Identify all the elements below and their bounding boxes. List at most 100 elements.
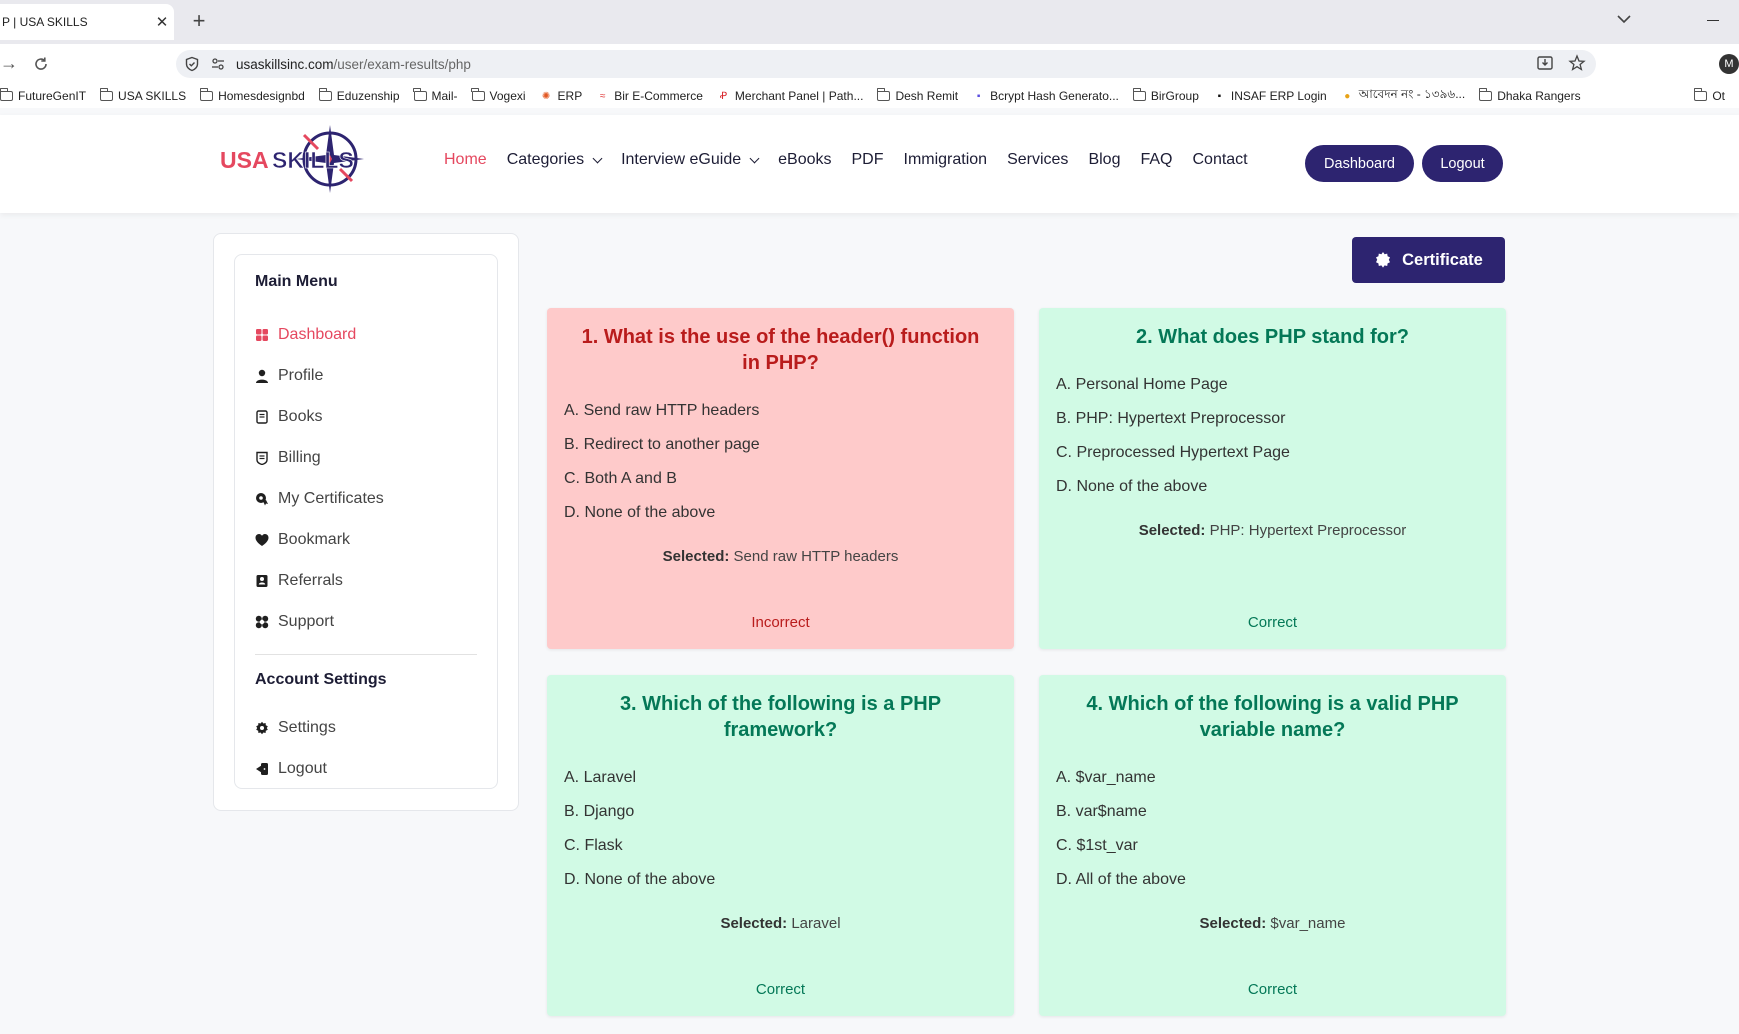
sidebar-item-label: Books [278, 407, 323, 425]
bookmark-item[interactable]: ≈ Bir E-Commerce [596, 89, 703, 103]
nav-interview-eguide[interactable]: Interview eGuide [621, 151, 760, 169]
nav-immigration[interactable]: Immigration [904, 151, 988, 169]
bookmark-item[interactable]: Eduzenship [318, 88, 400, 103]
answer-options: A. Send raw HTTP headers B. Redirect to a… [564, 394, 997, 530]
sidebar-item-books[interactable]: Books [255, 396, 477, 437]
bookmark-label: USA SKILLS [118, 89, 187, 103]
answer-option: D. All of the above [1056, 871, 1186, 888]
selected-prefix: Selected: [1199, 915, 1267, 932]
logout-button[interactable]: Logout [1422, 145, 1503, 182]
answer-option: D. None of the above [564, 504, 716, 521]
install-app-icon[interactable] [1536, 54, 1554, 72]
bookmark-item[interactable]: ▪ INSAF ERP Login [1213, 89, 1327, 103]
bookmark-item[interactable]: Dhaka Rangers [1478, 88, 1581, 103]
bookmark-label: Merchant Panel | Path... [734, 89, 864, 103]
bookmark-item[interactable]: BirGroup [1132, 88, 1199, 103]
browser-tab[interactable]: P | USA SKILLS ✕ [0, 4, 174, 40]
sidebar-item-support[interactable]: Support [255, 601, 477, 642]
nav-pdf[interactable]: PDF [852, 151, 884, 169]
question-title: 1. What is the use of the header() funct… [581, 326, 980, 374]
answer-options: A. Personal Home Page B. PHP: Hypertext P… [1056, 368, 1489, 504]
site-info-icon[interactable] [210, 56, 226, 72]
bookmark-label: Homesdesignbd [218, 89, 305, 103]
sidebar-item-my-certificates[interactable]: My Certificates [255, 478, 477, 519]
bookmark-label: Dhaka Rangers [1497, 89, 1581, 103]
minimize-window-icon[interactable] [1707, 20, 1719, 21]
usa-skills-logo[interactable]: USA SKILLS [220, 121, 384, 207]
question-title: 3. Which of the following is a PHP frame… [619, 693, 942, 741]
nav-label: Immigration [903, 151, 988, 168]
close-tab-icon[interactable]: ✕ [150, 13, 174, 31]
certificate-button[interactable]: Certificate [1352, 237, 1505, 283]
answer-option: D. None of the above [564, 871, 716, 888]
nav-label: eBooks [778, 151, 832, 168]
bookmark-item[interactable]: ● আবেদন নং - ১৩৯৬... [1341, 86, 1465, 106]
nav-ebooks[interactable]: eBooks [778, 151, 831, 169]
bookmark-label: আবেদন নং - ১৩৯৬... [1358, 87, 1466, 101]
selected-answer: Selected: PHP: Hypertext Preprocessor [1056, 522, 1489, 539]
bookmark-item[interactable]: Vogexi [471, 88, 526, 103]
forward-icon[interactable]: → [0, 53, 18, 74]
nav-label: Services [1007, 151, 1069, 168]
bookmark-label: Eduzenship [336, 89, 400, 103]
sidebar-item-referrals[interactable]: Referrals [255, 560, 477, 601]
question-card: 3. Which of the following is a PHP frame… [547, 675, 1014, 1016]
bookmark-label: ERP [557, 89, 583, 103]
user-icon [256, 369, 268, 383]
address-bar[interactable]: usaskillsinc.com/user/exam-results/php [176, 50, 1596, 78]
chevron-down-icon[interactable] [1615, 10, 1633, 28]
site-favicon-icon: ● [1344, 90, 1351, 102]
main-menu-heading: Main Menu [255, 273, 338, 290]
sidebar-panel: Main Menu Dashboard Profile Books Billing My… [213, 233, 519, 811]
answer-option: B. PHP: Hypertext Preprocessor [1056, 410, 1286, 427]
nav-contact[interactable]: Contact [1192, 151, 1247, 169]
url-path: /user/exam-results/php [333, 56, 471, 72]
new-tab-icon[interactable]: + [186, 8, 212, 34]
folder-icon [318, 88, 332, 101]
answer-option: A. Laravel [564, 769, 637, 786]
folder-icon [1478, 88, 1493, 101]
bookmark-item[interactable]: Ꝓ Merchant Panel | Path... [717, 89, 864, 103]
sidebar-item-billing[interactable]: Billing [255, 437, 477, 478]
bookmarks-bar: FutureGenIT USA SKILLS Homesdesignbd Eduzen… [0, 84, 1739, 108]
site-header: USA SKILLS Home Categories Interview eGuid… [0, 115, 1739, 213]
nav-label: PDF [851, 151, 884, 168]
nav-home[interactable]: Home [444, 151, 487, 169]
gear-icon [256, 721, 268, 734]
sidebar-item-label: Bookmark [278, 530, 351, 548]
book-icon [256, 409, 268, 424]
answer-option: C. Preprocessed Hypertext Page [1056, 444, 1290, 461]
browser-nav-bar: → usaskillsinc.com/user/exam-results/php… [0, 44, 1739, 84]
nav-services[interactable]: Services [1007, 151, 1068, 169]
selected-answer: Selected: $var_name [1056, 915, 1489, 932]
bookmark-item[interactable]: FutureGenIT [0, 88, 86, 103]
bookmark-star-icon[interactable] [1568, 54, 1586, 72]
sidebar-divider [255, 654, 477, 655]
bookmark-item[interactable]: Homesdesignbd [199, 88, 305, 103]
sidebar-item-settings[interactable]: Settings [255, 707, 477, 748]
bookmark-overflow[interactable]: Ot [1694, 88, 1725, 103]
bookmark-item[interactable]: Desh Remit [877, 88, 958, 103]
dashboard-button[interactable]: Dashboard [1305, 145, 1414, 182]
nav-categories[interactable]: Categories [507, 151, 603, 169]
reload-icon[interactable] [32, 55, 50, 73]
nav-label: Interview eGuide [621, 151, 742, 168]
selected-value: Laravel [791, 915, 841, 932]
nav-blog[interactable]: Blog [1088, 151, 1120, 169]
result-status: Correct [1247, 981, 1298, 998]
answer-option: A. Send raw HTTP headers [564, 402, 760, 419]
bookmark-item[interactable]: ▪ Bcrypt Hash Generato... [972, 89, 1119, 103]
shield-icon[interactable] [184, 56, 200, 72]
sidebar-item-dashboard[interactable]: Dashboard [255, 314, 477, 355]
sidebar-item-label: Referrals [278, 571, 343, 589]
selected-answer: Selected: Send raw HTTP headers [564, 548, 997, 565]
sidebar-item-logout[interactable]: Logout [255, 748, 477, 789]
answer-option: C. Flask [564, 837, 623, 854]
sidebar-item-bookmark[interactable]: Bookmark [255, 519, 477, 560]
bookmark-item[interactable]: USA SKILLS [99, 88, 187, 103]
nav-faq[interactable]: FAQ [1140, 151, 1172, 169]
bookmark-item[interactable]: ✺ ERP [540, 89, 583, 103]
bookmark-item[interactable]: Mail- [413, 88, 458, 103]
sidebar-item-profile[interactable]: Profile [255, 355, 477, 396]
profile-avatar[interactable]: M [1719, 54, 1739, 74]
